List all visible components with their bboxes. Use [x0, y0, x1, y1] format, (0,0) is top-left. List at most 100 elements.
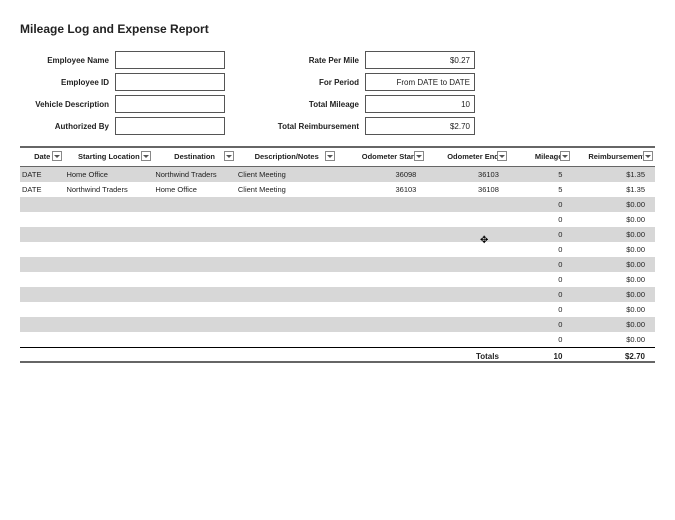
cell-oend[interactable] — [426, 227, 509, 242]
cell-dest[interactable]: Northwind Traders — [153, 166, 236, 182]
col-header-date[interactable]: Date — [20, 148, 64, 166]
cell-oend[interactable]: 36103 — [426, 166, 509, 182]
col-header-mileage[interactable]: Mileage — [509, 148, 573, 166]
employee-name-field[interactable] — [115, 51, 225, 69]
cell-miles[interactable]: 5 — [509, 166, 573, 182]
table-row[interactable]: 0$0.00 — [20, 287, 655, 302]
cell-reimb[interactable]: $0.00 — [572, 317, 655, 332]
cell-oend[interactable] — [426, 272, 509, 287]
filter-dropdown-icon[interactable] — [497, 151, 507, 161]
cell-dest[interactable] — [153, 197, 236, 212]
cell-dest[interactable] — [153, 212, 236, 227]
cell-oend[interactable]: 36108 — [426, 182, 509, 197]
cell-dest[interactable] — [153, 287, 236, 302]
cell-start[interactable]: Home Office — [64, 166, 153, 182]
col-header-odometer-end[interactable]: Odometer End — [426, 148, 509, 166]
table-row[interactable]: DATENorthwind TradersHome OfficeClient M… — [20, 182, 655, 197]
cell-desc[interactable] — [236, 287, 338, 302]
cell-miles[interactable]: 0 — [509, 287, 573, 302]
table-row[interactable]: 0$0.00 — [20, 242, 655, 257]
cell-start[interactable] — [64, 272, 153, 287]
cell-desc[interactable] — [236, 242, 338, 257]
cell-oend[interactable] — [426, 332, 509, 348]
cell-reimb[interactable]: $0.00 — [572, 227, 655, 242]
cell-date[interactable] — [20, 272, 64, 287]
cell-desc[interactable] — [236, 317, 338, 332]
cell-date[interactable] — [20, 302, 64, 317]
cell-start[interactable] — [64, 302, 153, 317]
table-row[interactable]: DATEHome OfficeNorthwind TradersClient M… — [20, 166, 655, 182]
cell-ostart[interactable] — [337, 332, 426, 348]
col-header-reimbursement[interactable]: Reimbursement — [572, 148, 655, 166]
cell-dest[interactable] — [153, 272, 236, 287]
cell-dest[interactable]: Home Office — [153, 182, 236, 197]
table-row[interactable]: 0$0.00 — [20, 227, 655, 242]
cell-dest[interactable] — [153, 332, 236, 348]
for-period-field[interactable]: From DATE to DATE — [365, 73, 475, 91]
filter-dropdown-icon[interactable] — [52, 151, 62, 161]
col-header-dest[interactable]: Destination — [153, 148, 236, 166]
cell-reimb[interactable]: $0.00 — [572, 257, 655, 272]
cell-reimb[interactable]: $1.35 — [572, 166, 655, 182]
cell-reimb[interactable]: $0.00 — [572, 302, 655, 317]
cell-ostart[interactable] — [337, 242, 426, 257]
cell-miles[interactable]: 0 — [509, 302, 573, 317]
cell-oend[interactable] — [426, 302, 509, 317]
col-header-odometer-start[interactable]: Odometer Start — [337, 148, 426, 166]
cell-date[interactable] — [20, 332, 64, 348]
cell-miles[interactable]: 0 — [509, 227, 573, 242]
cell-start[interactable]: Northwind Traders — [64, 182, 153, 197]
cell-date[interactable]: DATE — [20, 166, 64, 182]
table-row[interactable]: 0$0.00 — [20, 197, 655, 212]
table-row[interactable]: 0$0.00 — [20, 332, 655, 348]
cell-desc[interactable] — [236, 332, 338, 348]
cell-oend[interactable] — [426, 257, 509, 272]
filter-dropdown-icon[interactable] — [643, 151, 653, 161]
cell-start[interactable] — [64, 332, 153, 348]
cell-date[interactable]: DATE — [20, 182, 64, 197]
table-row[interactable]: 0$0.00 — [20, 317, 655, 332]
cell-desc[interactable] — [236, 257, 338, 272]
cell-desc[interactable] — [236, 197, 338, 212]
col-header-desc[interactable]: Description/Notes — [236, 148, 338, 166]
cell-oend[interactable] — [426, 242, 509, 257]
cell-dest[interactable] — [153, 317, 236, 332]
authorized-by-field[interactable] — [115, 117, 225, 135]
filter-dropdown-icon[interactable] — [560, 151, 570, 161]
cell-ostart[interactable]: 36103 — [337, 182, 426, 197]
cell-desc[interactable]: Client Meeting — [236, 182, 338, 197]
cell-ostart[interactable] — [337, 287, 426, 302]
cell-miles[interactable]: 0 — [509, 332, 573, 348]
cell-ostart[interactable] — [337, 227, 426, 242]
cell-dest[interactable] — [153, 257, 236, 272]
cell-reimb[interactable]: $0.00 — [572, 197, 655, 212]
filter-dropdown-icon[interactable] — [414, 151, 424, 161]
cell-reimb[interactable]: $0.00 — [572, 332, 655, 348]
cell-miles[interactable]: 0 — [509, 242, 573, 257]
cell-ostart[interactable] — [337, 212, 426, 227]
cell-ostart[interactable] — [337, 302, 426, 317]
cell-reimb[interactable]: $0.00 — [572, 287, 655, 302]
cell-date[interactable] — [20, 287, 64, 302]
cell-date[interactable] — [20, 242, 64, 257]
cell-start[interactable] — [64, 227, 153, 242]
cell-reimb[interactable]: $0.00 — [572, 242, 655, 257]
cell-start[interactable] — [64, 212, 153, 227]
table-row[interactable]: 0$0.00 — [20, 212, 655, 227]
cell-ostart[interactable] — [337, 317, 426, 332]
cell-ostart[interactable]: 36098 — [337, 166, 426, 182]
cell-miles[interactable]: 0 — [509, 317, 573, 332]
cell-desc[interactable]: Client Meeting — [236, 166, 338, 182]
cell-start[interactable] — [64, 257, 153, 272]
rate-per-mile-field[interactable]: $0.27 — [365, 51, 475, 69]
cell-desc[interactable] — [236, 212, 338, 227]
cell-ostart[interactable] — [337, 257, 426, 272]
cell-ostart[interactable] — [337, 197, 426, 212]
cell-start[interactable] — [64, 242, 153, 257]
cell-miles[interactable]: 5 — [509, 182, 573, 197]
filter-dropdown-icon[interactable] — [141, 151, 151, 161]
cell-date[interactable] — [20, 197, 64, 212]
table-row[interactable]: 0$0.00 — [20, 302, 655, 317]
col-header-start[interactable]: Starting Location — [64, 148, 153, 166]
filter-dropdown-icon[interactable] — [325, 151, 335, 161]
